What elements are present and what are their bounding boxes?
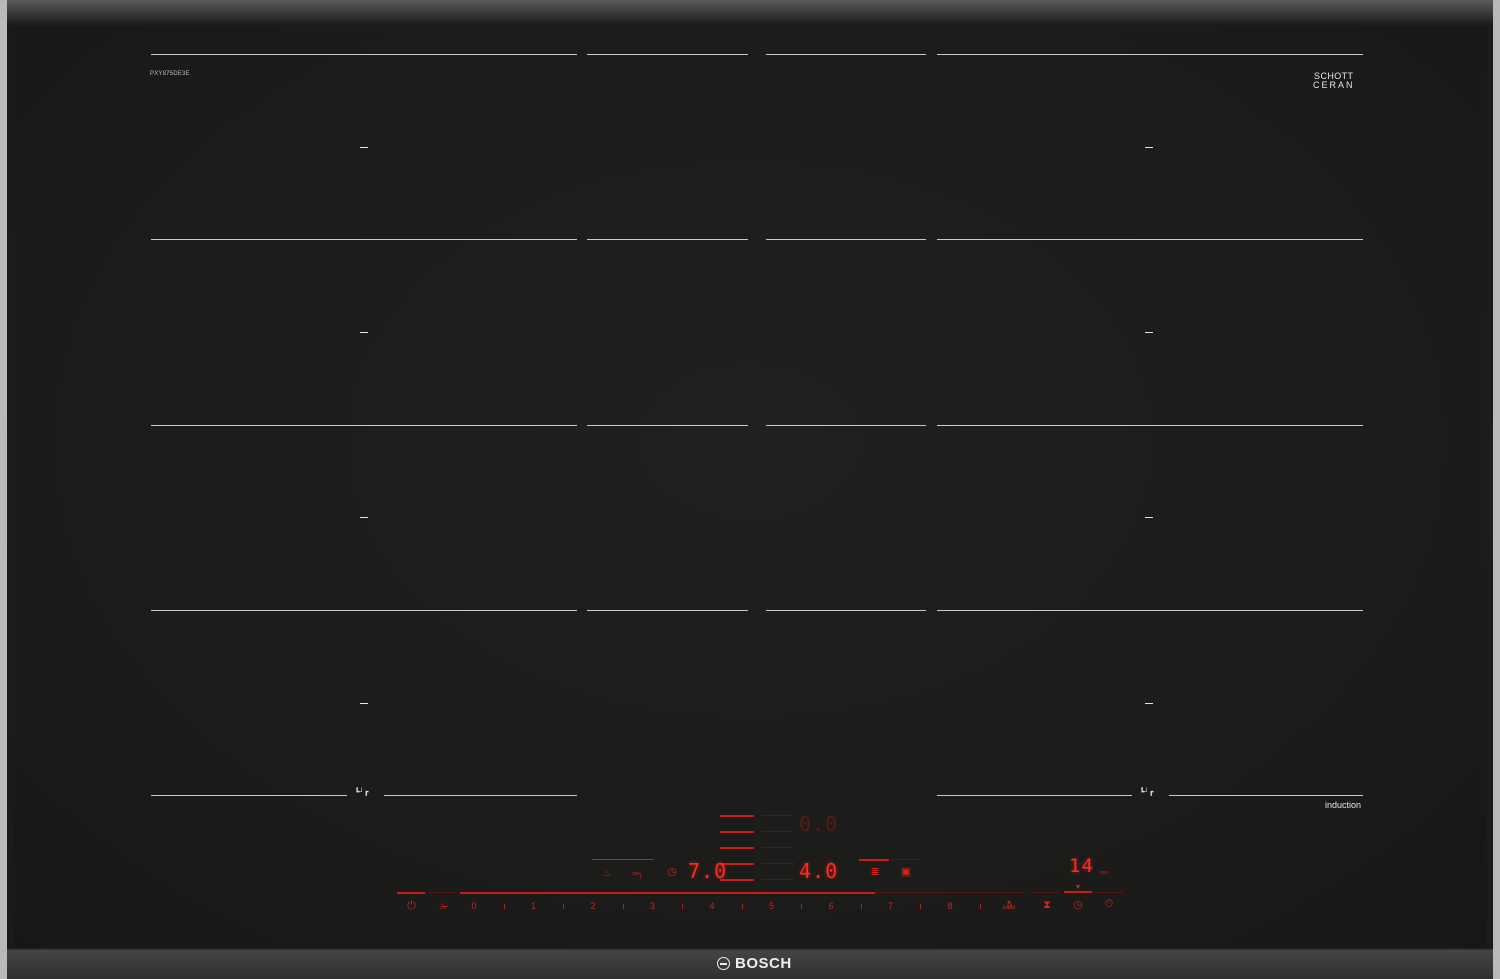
ceramic-glass-surface (14, 26, 1486, 948)
zone-divider-line (937, 425, 1363, 426)
power-level-display-top: 0.0 (799, 812, 839, 836)
zone-divider-line (151, 239, 577, 240)
model-number: PXY875DE3E (150, 71, 190, 77)
function-bar-left (592, 859, 654, 860)
child-lock-icon[interactable]: ♨̶ (435, 901, 451, 912)
flex-zone-line (151, 795, 347, 796)
zone-center-mark (360, 703, 368, 704)
power-button-bar (397, 892, 425, 894)
zone-indicator-3 (720, 847, 754, 849)
zone-center-mark (1145, 147, 1153, 148)
zone-indicator-1 (720, 815, 754, 817)
power-level-0[interactable]: 0 (469, 901, 479, 911)
zone-center-mark (360, 147, 368, 148)
induction-label: induction (1325, 800, 1362, 810)
power-half-step[interactable] (801, 904, 803, 909)
boost-button[interactable]: ▲ boost (999, 899, 1019, 911)
bosch-armature-icon (717, 957, 730, 970)
zone-divider-line (587, 239, 748, 240)
zone-center-mark (1145, 703, 1153, 704)
power-half-step[interactable] (622, 904, 624, 909)
zone-divider-line (151, 610, 577, 611)
stopwatch-button-bar (1095, 892, 1123, 893)
schott-ceran-logo: SCHOTT CERAN (1313, 72, 1355, 92)
zone-divider-line (587, 610, 748, 611)
zone-divider-line (937, 54, 1363, 55)
zone-indicator-4b (762, 863, 794, 864)
function-bar-right-active (859, 859, 889, 861)
zone-divider-line (766, 610, 926, 611)
zone-divider-line (587, 425, 748, 426)
boost-label: boost (1002, 905, 1016, 911)
zone-divider-line (151, 425, 577, 426)
brand-name: BOSCH (735, 955, 792, 972)
flex-zone-line (384, 795, 577, 796)
pot-icon[interactable]: ♨ (601, 868, 613, 879)
power-half-step[interactable] (741, 904, 743, 909)
power-level-2[interactable]: 2 (588, 901, 598, 911)
zone-center-mark (1145, 332, 1153, 333)
zone-divider-line (937, 239, 1363, 240)
flex-zone-line (937, 795, 1132, 796)
keep-warm-icon[interactable]: ▣ (899, 867, 913, 878)
zone-indicator-2 (720, 831, 754, 833)
power-level-display-right: 4.0 (799, 859, 839, 883)
frying-sensor-icon[interactable]: ≣ (869, 867, 881, 878)
zone-center-mark (1145, 517, 1153, 518)
zone-indicator-2b (762, 831, 794, 832)
timer-down-arrow-icon: ▼ (1074, 884, 1082, 891)
power-level-6[interactable]: 6 (826, 901, 836, 911)
zone-divider-line (937, 610, 1363, 611)
power-half-step[interactable] (920, 904, 922, 909)
flex-zone-icon[interactable]: ═┐ (630, 868, 646, 879)
power-slider-inactive (875, 892, 1025, 893)
flex-zone-left-icon: ┗┘┏ (355, 789, 369, 796)
function-bar-right (891, 859, 921, 860)
power-level-4[interactable]: 4 (707, 901, 717, 911)
zone-divider-line (766, 54, 926, 55)
zone-center-mark (360, 332, 368, 333)
bosch-logo: BOSCH (717, 955, 792, 972)
timer-display: 14 (1069, 855, 1094, 877)
power-level-1[interactable]: 1 (529, 901, 539, 911)
timer-unit: min (1100, 870, 1109, 876)
zone-divider-line (766, 239, 926, 240)
power-level-7[interactable]: 7 (886, 901, 896, 911)
zone-indicator-1b (762, 815, 794, 816)
lock-button-bar (429, 892, 455, 893)
flex-zone-line (1169, 795, 1363, 796)
power-half-step[interactable] (503, 904, 505, 909)
power-half-step[interactable] (860, 904, 862, 909)
zone-divider-line (151, 54, 577, 55)
zone-indicator-5b (762, 879, 794, 880)
zone-center-mark (360, 517, 368, 518)
flex-zone-right-icon: ┗┘┏ (1140, 789, 1154, 796)
stopwatch-icon[interactable]: ⏱ (1103, 899, 1115, 910)
clock-icon[interactable]: ◷ (1072, 900, 1084, 911)
induction-cooktop: PXY875DE3E SCHOTT CERAN induction ┗┘┏ ┗┘… (0, 0, 1500, 979)
power-half-step[interactable] (979, 904, 981, 909)
power-level-5[interactable]: 5 (767, 901, 777, 911)
timer-icon[interactable]: ◷ (666, 867, 678, 878)
power-level-display-left: 7.0 (688, 859, 728, 883)
zone-indicator-3b (762, 847, 794, 848)
power-half-step[interactable] (682, 904, 684, 909)
zone-divider-line (587, 54, 748, 55)
power-slider-active (460, 892, 875, 894)
hourglass-button-bar (1031, 892, 1059, 893)
power-half-step[interactable] (563, 904, 565, 909)
hourglass-icon[interactable]: ⧗ (1041, 900, 1053, 911)
power-level-3[interactable]: 3 (648, 901, 658, 911)
power-level-8[interactable]: 8 (945, 901, 955, 911)
zone-divider-line (766, 425, 926, 426)
schott-logo-line2: CERAN (1313, 80, 1355, 90)
power-icon[interactable]: ⏻ (405, 901, 418, 912)
